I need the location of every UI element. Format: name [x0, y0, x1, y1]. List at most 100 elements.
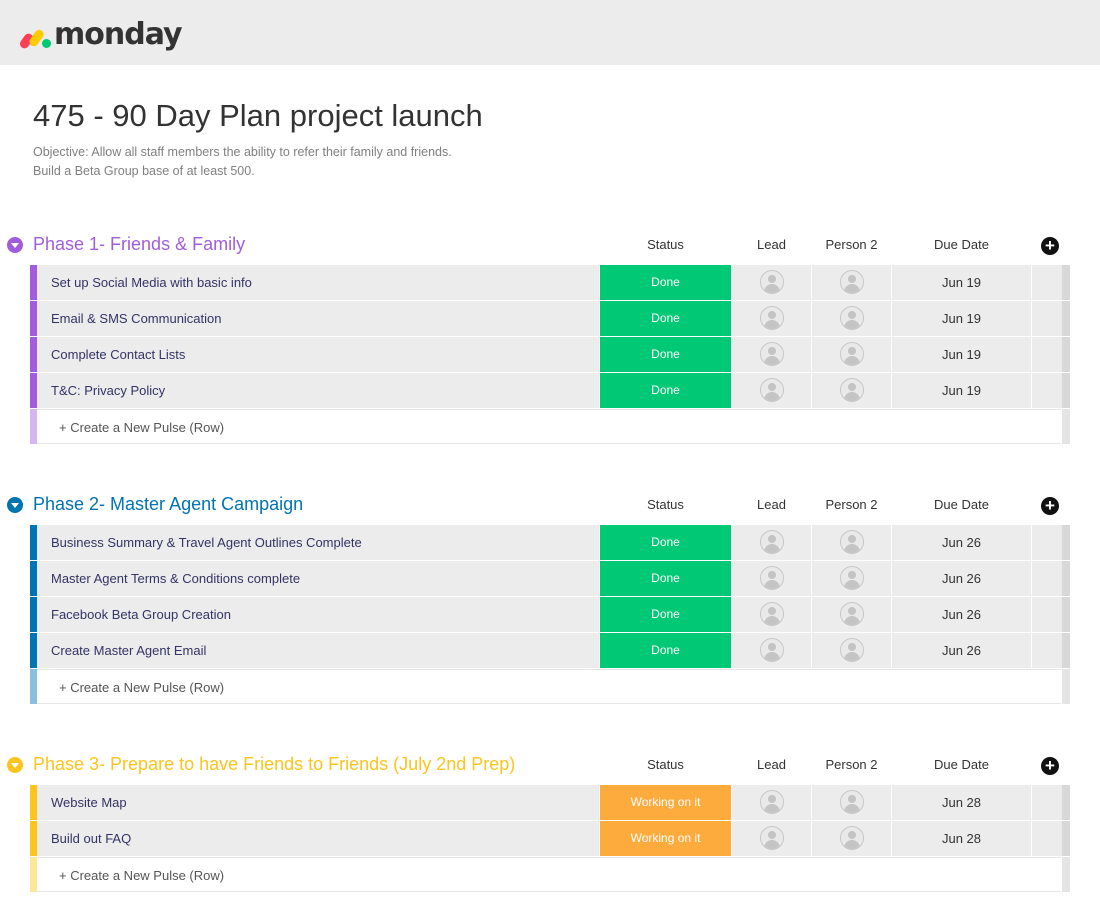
empty-cell[interactable] — [1032, 785, 1062, 820]
collapse-group-icon[interactable] — [7, 497, 23, 513]
empty-cell[interactable] — [1032, 633, 1062, 668]
add-column-plus-icon[interactable]: + — [1041, 237, 1059, 255]
table-row: Email & SMS Communication Done Jun 19 — [0, 301, 1100, 337]
status-cell[interactable]: Done — [600, 301, 731, 336]
empty-cell[interactable] — [1032, 597, 1062, 632]
empty-person-avatar-icon — [760, 566, 784, 590]
status-cell[interactable]: Done — [600, 597, 731, 632]
person-2-cell[interactable] — [812, 597, 891, 632]
empty-cell[interactable] — [1032, 525, 1062, 560]
status-cell[interactable]: Done — [600, 373, 731, 408]
empty-cell[interactable] — [1032, 265, 1062, 300]
due-date-cell[interactable]: Jun 28 — [892, 821, 1031, 856]
group-title[interactable]: Phase 1- Friends & Family — [33, 234, 245, 255]
create-new-pulse-row[interactable]: + Create a New Pulse (Row) — [0, 669, 1100, 704]
empty-cell[interactable] — [1032, 373, 1062, 408]
column-header-due-date[interactable]: Due Date — [892, 757, 1031, 772]
create-new-pulse-input[interactable]: + Create a New Pulse (Row) — [37, 409, 1061, 444]
column-header-person-2[interactable]: Person 2 — [812, 497, 891, 512]
lead-cell[interactable] — [732, 525, 811, 560]
empty-cell[interactable] — [1032, 821, 1062, 856]
monday-logo[interactable]: monday — [18, 14, 183, 54]
lead-cell[interactable] — [732, 301, 811, 336]
empty-cell[interactable] — [1032, 337, 1062, 372]
lead-cell[interactable] — [732, 633, 811, 668]
person-2-cell[interactable] — [812, 821, 891, 856]
create-new-pulse-label: + Create a New Pulse (Row) — [59, 868, 225, 883]
lead-cell[interactable] — [732, 561, 811, 596]
empty-person-avatar-icon — [840, 602, 864, 626]
lead-cell[interactable] — [732, 337, 811, 372]
create-new-pulse-input[interactable]: + Create a New Pulse (Row) — [37, 857, 1061, 892]
column-header-lead[interactable]: Lead — [732, 757, 811, 772]
create-new-pulse-input[interactable]: + Create a New Pulse (Row) — [37, 669, 1061, 704]
empty-person-avatar-icon — [760, 530, 784, 554]
due-date-cell[interactable]: Jun 19 — [892, 301, 1031, 336]
add-column-plus-icon[interactable]: + — [1041, 497, 1059, 515]
column-header-status[interactable]: Status — [600, 757, 731, 772]
pulse-name-cell[interactable]: Set up Social Media with basic info — [37, 265, 599, 300]
row-edge — [1062, 597, 1070, 632]
column-header-lead[interactable]: Lead — [732, 237, 811, 252]
status-cell[interactable]: Done — [600, 633, 731, 668]
column-header-person-2[interactable]: Person 2 — [812, 237, 891, 252]
group: Phase 3- Prepare to have Friends to Frie… — [0, 745, 1100, 892]
collapse-group-icon[interactable] — [7, 757, 23, 773]
create-new-pulse-row[interactable]: + Create a New Pulse (Row) — [0, 409, 1100, 444]
status-cell[interactable]: Done — [600, 337, 731, 372]
lead-cell[interactable] — [732, 373, 811, 408]
person-2-cell[interactable] — [812, 561, 891, 596]
row-edge — [1062, 337, 1070, 372]
column-header-due-date[interactable]: Due Date — [892, 237, 1031, 252]
pulse-name-cell[interactable]: Complete Contact Lists — [37, 337, 599, 372]
pulse-name-cell[interactable]: Business Summary & Travel Agent Outlines… — [37, 525, 599, 560]
status-cell[interactable]: Done — [600, 525, 731, 560]
column-header-status[interactable]: Status — [600, 237, 731, 252]
due-date-cell[interactable]: Jun 19 — [892, 265, 1031, 300]
lead-cell[interactable] — [732, 597, 811, 632]
column-header-due-date[interactable]: Due Date — [892, 497, 1031, 512]
due-date-cell[interactable]: Jun 28 — [892, 785, 1031, 820]
person-2-cell[interactable] — [812, 373, 891, 408]
status-cell[interactable]: Working on it — [600, 785, 731, 820]
create-new-pulse-row[interactable]: + Create a New Pulse (Row) — [0, 857, 1100, 892]
empty-cell[interactable] — [1032, 561, 1062, 596]
group-title[interactable]: Phase 2- Master Agent Campaign — [33, 494, 303, 515]
status-cell[interactable]: Working on it — [600, 821, 731, 856]
column-header-person-2[interactable]: Person 2 — [812, 757, 891, 772]
due-date-cell[interactable]: Jun 19 — [892, 373, 1031, 408]
pulse-name-cell[interactable]: Website Map — [37, 785, 599, 820]
row-edge — [1062, 669, 1070, 704]
person-2-cell[interactable] — [812, 633, 891, 668]
group-title[interactable]: Phase 3- Prepare to have Friends to Frie… — [33, 754, 515, 775]
due-date-cell[interactable]: Jun 26 — [892, 597, 1031, 632]
column-header-status[interactable]: Status — [600, 497, 731, 512]
empty-person-avatar-icon — [760, 790, 784, 814]
pulse-name-cell[interactable]: Create Master Agent Email — [37, 633, 599, 668]
lead-cell[interactable] — [732, 821, 811, 856]
pulse-name-cell[interactable]: Facebook Beta Group Creation — [37, 597, 599, 632]
pulse-name-cell[interactable]: T&C: Privacy Policy — [37, 373, 599, 408]
due-date-cell[interactable]: Jun 26 — [892, 525, 1031, 560]
person-2-cell[interactable] — [812, 265, 891, 300]
pulse-name-cell[interactable]: Master Agent Terms & Conditions complete — [37, 561, 599, 596]
empty-cell[interactable] — [1032, 301, 1062, 336]
lead-cell[interactable] — [732, 265, 811, 300]
due-date-cell[interactable]: Jun 26 — [892, 633, 1031, 668]
status-cell[interactable]: Done — [600, 265, 731, 300]
due-date-cell[interactable]: Jun 26 — [892, 561, 1031, 596]
pulse-name-cell[interactable]: Build out FAQ — [37, 821, 599, 856]
person-2-cell[interactable] — [812, 301, 891, 336]
status-cell[interactable]: Done — [600, 561, 731, 596]
board-description[interactable]: Objective: Allow all staff members the a… — [33, 143, 452, 181]
column-header-lead[interactable]: Lead — [732, 497, 811, 512]
person-2-cell[interactable] — [812, 337, 891, 372]
pulse-name-cell[interactable]: Email & SMS Communication — [37, 301, 599, 336]
lead-cell[interactable] — [732, 785, 811, 820]
person-2-cell[interactable] — [812, 525, 891, 560]
person-2-cell[interactable] — [812, 785, 891, 820]
board-title[interactable]: 475 - 90 Day Plan project launch — [33, 98, 483, 134]
add-column-plus-icon[interactable]: + — [1041, 757, 1059, 775]
due-date-cell[interactable]: Jun 19 — [892, 337, 1031, 372]
collapse-group-icon[interactable] — [7, 237, 23, 253]
